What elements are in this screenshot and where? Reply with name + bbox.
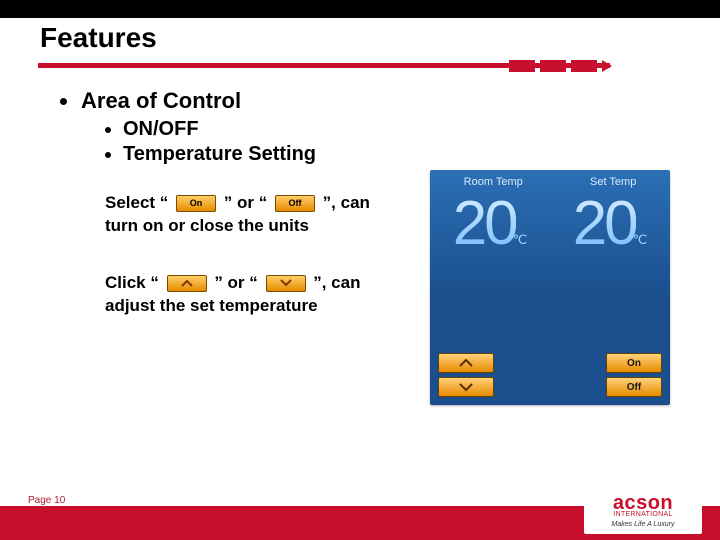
bullet-icon — [105, 127, 111, 133]
on-button[interactable]: On — [606, 353, 662, 373]
off-chip-icon: Off — [275, 195, 315, 212]
device-panel: Room Temp Set Temp 20℃ 20℃ On Off — [430, 170, 670, 405]
sub-heading-onoff: ON/OFF — [123, 118, 199, 141]
label-set-temp: Set Temp — [590, 176, 636, 188]
instruction-temp: Click “ ” or “ ”, can adjust the set tem… — [105, 272, 405, 318]
slide-title: Features — [0, 18, 720, 60]
up-chip-icon — [167, 275, 207, 292]
label-room-temp: Room Temp — [464, 176, 523, 188]
instruction-onoff: Select “ On ” or “ Off ”, can turn on or… — [105, 192, 405, 238]
temp-down-button[interactable] — [438, 377, 494, 397]
off-button[interactable]: Off — [606, 377, 662, 397]
brand-logo: acson INTERNATIONAL Makes Life A Luxury — [584, 488, 702, 534]
page-number: Page 10 — [28, 495, 65, 506]
footer: Page 10 acson INTERNATIONAL Makes Life A… — [0, 484, 720, 540]
room-temp-value: 20 — [453, 189, 516, 258]
top-black-bar — [0, 0, 720, 18]
title-underline — [0, 60, 720, 74]
temp-up-button[interactable] — [438, 353, 494, 373]
set-temp-value: 20 — [573, 189, 636, 258]
bullet-icon — [60, 98, 67, 105]
section-heading: Area of Control — [81, 88, 241, 114]
sub-heading-temp: Temperature Setting — [123, 143, 316, 166]
bullet-icon — [105, 152, 111, 158]
on-chip-icon: On — [176, 195, 216, 212]
down-chip-icon — [266, 275, 306, 292]
